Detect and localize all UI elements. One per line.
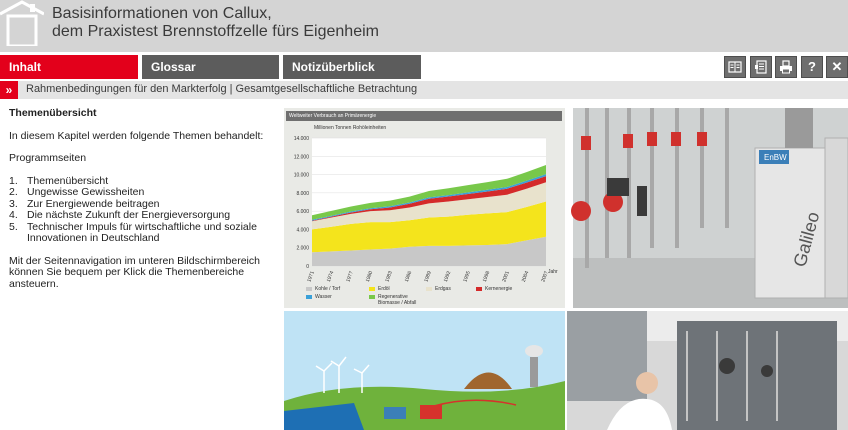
notes-icon[interactable] (750, 56, 772, 78)
list-item[interactable]: 4. Die nächste Zukunft der Energieversorg… (9, 209, 277, 222)
content-outro: Mit der Seitennavigation im unteren Bild… (9, 254, 260, 290)
breadcrumb: » Rahmenbedingungen für den Markterfolg … (0, 81, 848, 99)
y-tick-label: 4.000 (296, 227, 309, 233)
content-heading: Themenübersicht (9, 107, 97, 119)
legend-item: Wasser (306, 294, 332, 300)
legend-item: Kohle / Torf (306, 286, 340, 292)
legend-item: Erdöl (369, 286, 390, 292)
x-axis-label: Jahr (548, 269, 558, 275)
x-tick-label: 1986 (404, 270, 414, 283)
help-icon[interactable]: ? (801, 56, 823, 78)
house-logo-icon (0, 0, 44, 46)
content-text-area: Themenübersicht In diesem Kapitel werden… (9, 107, 277, 301)
x-tick-label: 1980 (365, 270, 375, 283)
app-title-line2: dem Praxistest Brennstoffzelle fürs Eige… (52, 23, 379, 40)
x-tick-label: 1998 (482, 270, 492, 283)
list-item[interactable]: 5. Technischer Impuls für wirtschaftliche… (9, 221, 277, 245)
y-tick-label: 10.000 (294, 173, 310, 179)
heating-system-photo: EnBW Galileo (567, 108, 848, 308)
x-tick-label: 2004 (521, 270, 531, 283)
energy-chart: 0 2.000 4.000 6.000 8.000 10.000 12.000 14.000 1… (294, 136, 558, 283)
topic-list: 1. Themenübersicht 2. Ungewisse Gewissheit… (9, 175, 277, 245)
x-tick-label: 1983 (384, 270, 394, 283)
tab-glossar[interactable]: Glossar (142, 55, 279, 79)
y-tick-label: 2.000 (296, 246, 309, 252)
x-tick-label: 1971 (306, 270, 316, 283)
svg-text:EnBW: EnBW (764, 153, 787, 162)
x-tick-label: 1992 (443, 270, 453, 283)
lab-scientist-photo (567, 311, 848, 430)
legend-note: Biomasse / Abfall (378, 300, 417, 306)
x-tick-label: 1995 (462, 270, 472, 283)
breadcrumb-arrow-icon[interactable]: » (0, 81, 18, 99)
tab-inhalt[interactable]: Inhalt (0, 55, 138, 79)
breadcrumb-text: Rahmenbedingungen für den Markterfolg | … (26, 83, 418, 95)
tab-notizueberblick[interactable]: Notizüberblick (283, 55, 421, 79)
legend-item: Erdgas (426, 286, 451, 292)
book-icon[interactable] (724, 56, 746, 78)
x-tick-label: 1974 (326, 270, 336, 283)
energy-chart-panel: Weltweiter Verbrauch an Primärenergie Mi… (284, 108, 565, 308)
y-tick-label: 0 (306, 264, 309, 270)
y-tick-label: 12.000 (294, 154, 310, 160)
legend-item: Kernenergie (476, 286, 512, 292)
y-tick-label: 6.000 (296, 209, 309, 215)
x-tick-label: 1977 (345, 270, 355, 283)
main-navbar: Inhalt Glossar Notizüberblick ? ✕ (0, 55, 848, 79)
energy-landscape-illustration (284, 311, 565, 430)
content-subheading: Programmseiten (9, 152, 87, 164)
print-icon[interactable] (775, 56, 797, 78)
app-header: Basisinformationen von Callux, dem Praxi… (0, 0, 848, 52)
x-tick-label: 1989 (423, 270, 433, 283)
x-tick-label: 2001 (501, 270, 511, 283)
y-tick-label: 14.000 (294, 136, 310, 142)
close-icon[interactable]: ✕ (826, 56, 848, 78)
app-title-line1: Basisinformationen von Callux, (52, 5, 272, 22)
list-item[interactable]: 2. Ungewisse Gewissheiten (9, 186, 277, 199)
content-intro: In diesem Kapitel werden folgende Themen… (9, 129, 264, 142)
y-tick-label: 8.000 (296, 191, 309, 197)
